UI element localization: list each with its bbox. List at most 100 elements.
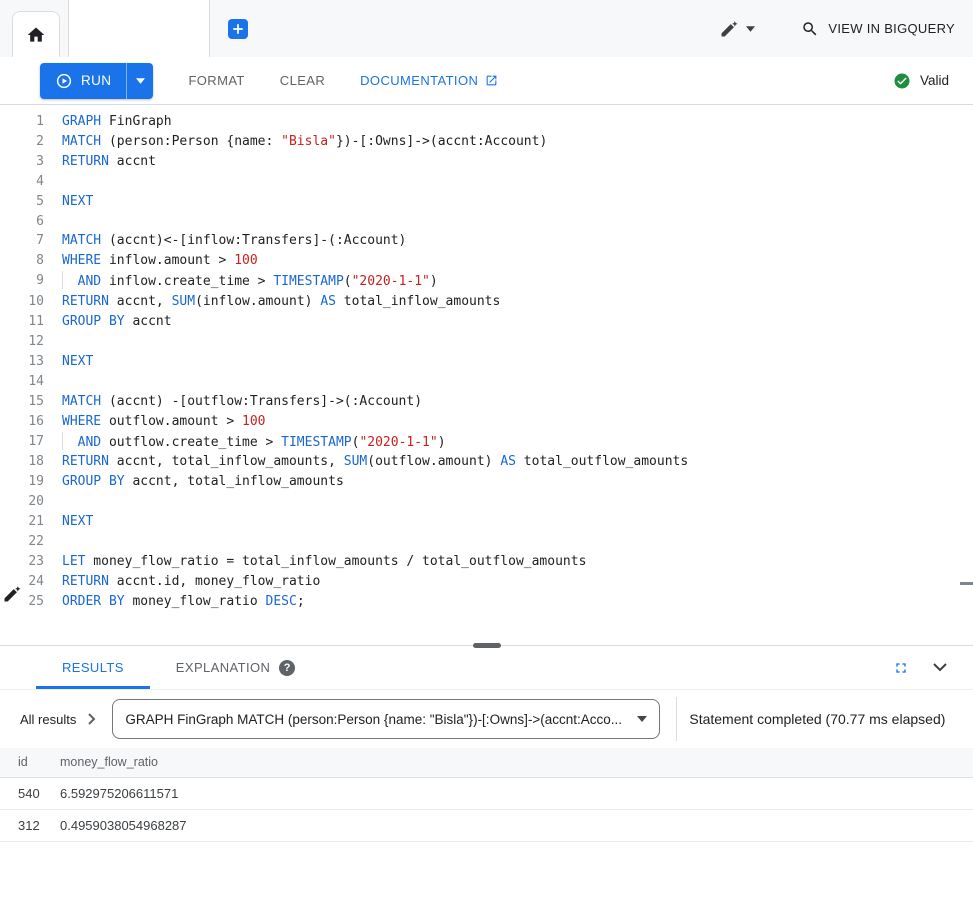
line-number: 18 (0, 452, 44, 472)
tab-explanation[interactable]: EXPLANATION ? (150, 646, 321, 689)
line-number: 11 (0, 312, 44, 332)
format-button[interactable]: FORMAT (188, 73, 244, 88)
code-text: MATCH (accnt) -[outflow:Transfers]->(:Ac… (44, 392, 422, 412)
line-number: 22 (0, 532, 44, 552)
line-number: 20 (0, 492, 44, 512)
search-icon (801, 20, 819, 38)
code-text (44, 372, 62, 392)
view-in-bigquery-label: VIEW IN BIGQUERY (828, 21, 955, 36)
code-line[interactable]: 20 (0, 492, 973, 512)
line-number: 14 (0, 372, 44, 392)
tab-editor-1[interactable]: Editor 1 (68, 0, 210, 57)
code-line[interactable]: 9 AND inflow.create_time > TIMESTAMP("20… (0, 271, 973, 292)
code-line[interactable]: 4 (0, 172, 973, 192)
code-text: WHERE inflow.amount > 100 (44, 251, 258, 271)
run-button-group: RUN (40, 63, 153, 99)
code-line[interactable]: 13NEXT (0, 352, 973, 372)
code-line[interactable]: 18RETURN accnt, total_inflow_amounts, SU… (0, 452, 973, 472)
code-line[interactable]: 12 (0, 332, 973, 352)
collapse-results-button[interactable] (933, 663, 947, 672)
code-line[interactable]: 24RETURN accnt.id, money_flow_ratio (0, 572, 973, 592)
external-link-icon (485, 74, 498, 87)
divider (676, 697, 677, 741)
code-text: GROUP BY accnt, total_inflow_amounts (44, 472, 344, 492)
clear-button[interactable]: CLEAR (280, 73, 325, 88)
code-line[interactable]: 15MATCH (accnt) -[outflow:Transfers]->(:… (0, 392, 973, 412)
check-circle-icon (893, 72, 911, 90)
add-tab-button[interactable] (228, 19, 248, 39)
code-line[interactable]: 11GROUP BY accnt (0, 312, 973, 332)
code-line[interactable]: 14 (0, 372, 973, 392)
query-toolbar: RUN FORMAT CLEAR DOCUMENTATION Valid (0, 57, 973, 105)
code-text: NEXT (44, 512, 93, 532)
magic-pen-icon (2, 584, 22, 604)
tab-results[interactable]: RESULTS (36, 646, 150, 689)
code-line[interactable]: 23LET money_flow_ratio = total_inflow_am… (0, 552, 973, 572)
code-text: ORDER BY money_flow_ratio DESC; (44, 592, 305, 612)
line-number: 19 (0, 472, 44, 492)
statement-dropdown[interactable]: GRAPH FinGraph MATCH (person:Person {nam… (112, 699, 660, 739)
code-line[interactable]: 25ORDER BY money_flow_ratio DESC; (0, 592, 973, 612)
chevron-down-icon (933, 663, 947, 672)
code-text: GRAPH FinGraph (44, 112, 172, 132)
code-text: GROUP BY accnt (44, 312, 172, 332)
run-options-button[interactable] (126, 63, 153, 99)
code-line[interactable]: 6 (0, 212, 973, 232)
line-number: 21 (0, 512, 44, 532)
code-line[interactable]: 5NEXT (0, 192, 973, 212)
chevron-down-icon (746, 26, 755, 32)
code-line[interactable]: 1GRAPH FinGraph (0, 112, 973, 132)
code-line[interactable]: 16WHERE outflow.amount > 100 (0, 412, 973, 432)
all-results-chevron[interactable] (88, 713, 96, 725)
code-line[interactable]: 3RETURN accnt (0, 152, 973, 172)
bigquery-editor-window: Editor 1 VIEW IN BIGQUERY RUN FORMAT (0, 0, 973, 902)
code-editor[interactable]: 1GRAPH FinGraph2MATCH (person:Person {na… (0, 105, 973, 645)
code-line[interactable]: 22 (0, 532, 973, 552)
table-row: 5406.592975206611571 (0, 777, 973, 809)
validation-status: Valid (893, 72, 949, 90)
code-line[interactable]: 19GROUP BY accnt, total_inflow_amounts (0, 472, 973, 492)
results-panel: RESULTS EXPLANATION ? All results (0, 645, 973, 842)
code-line[interactable]: 8WHERE inflow.amount > 100 (0, 251, 973, 271)
line-number: 23 (0, 552, 44, 572)
results-tabbar: RESULTS EXPLANATION ? (0, 646, 973, 690)
code-text (44, 212, 62, 232)
line-number: 13 (0, 352, 44, 372)
results-table: idmoney_flow_ratio 5406.5929752066115713… (0, 748, 973, 842)
line-number: 4 (0, 172, 44, 192)
table-cell: 312 (0, 809, 60, 841)
code-line[interactable]: 21NEXT (0, 512, 973, 532)
run-button[interactable]: RUN (40, 63, 126, 99)
code-line[interactable]: 10RETURN accnt, SUM(inflow.amount) AS to… (0, 292, 973, 312)
results-tabbar-spacer (321, 646, 893, 689)
tab-bar: Editor 1 VIEW IN BIGQUERY (0, 0, 973, 57)
results-panel-controls (893, 646, 953, 689)
code-line[interactable]: 17 AND outflow.create_time > TIMESTAMP("… (0, 432, 973, 453)
statement-dropdown-value: GRAPH FinGraph MATCH (person:Person {nam… (125, 712, 627, 727)
code-line[interactable]: 7MATCH (accnt)<-[inflow:Transfers]-(:Acc… (0, 231, 973, 251)
documentation-label: DOCUMENTATION (360, 73, 478, 88)
code-text (44, 492, 62, 512)
caret-down-icon (136, 78, 145, 84)
line-number: 16 (0, 412, 44, 432)
table-cell: 0.4959038054968287 (60, 809, 973, 841)
documentation-button[interactable]: DOCUMENTATION (360, 73, 498, 88)
statement-status: Statement completed (70.77 ms elapsed) (689, 711, 945, 727)
expand-results-button[interactable] (893, 660, 909, 676)
plus-icon (231, 22, 245, 36)
view-in-bigquery-button[interactable]: VIEW IN BIGQUERY (801, 20, 955, 38)
line-number: 5 (0, 192, 44, 212)
scrollbar-handle[interactable] (960, 582, 973, 585)
panel-resize-handle[interactable] (473, 643, 501, 648)
table-cell: 6.592975206611571 (60, 777, 973, 809)
help-icon[interactable]: ? (279, 660, 295, 676)
tab-home[interactable] (12, 11, 60, 57)
code-line[interactable]: 2MATCH (person:Person {name: "Bisla"})-[… (0, 132, 973, 152)
sql-generation-button[interactable] (719, 19, 755, 39)
line-number: 2 (0, 132, 44, 152)
dropdown-caret-icon (637, 716, 647, 722)
line-number: 15 (0, 392, 44, 412)
code-text: AND outflow.create_time > TIMESTAMP("202… (44, 432, 446, 453)
code-text: RETURN accnt (44, 152, 156, 172)
gutter-magic-pen-icon[interactable] (2, 584, 22, 608)
